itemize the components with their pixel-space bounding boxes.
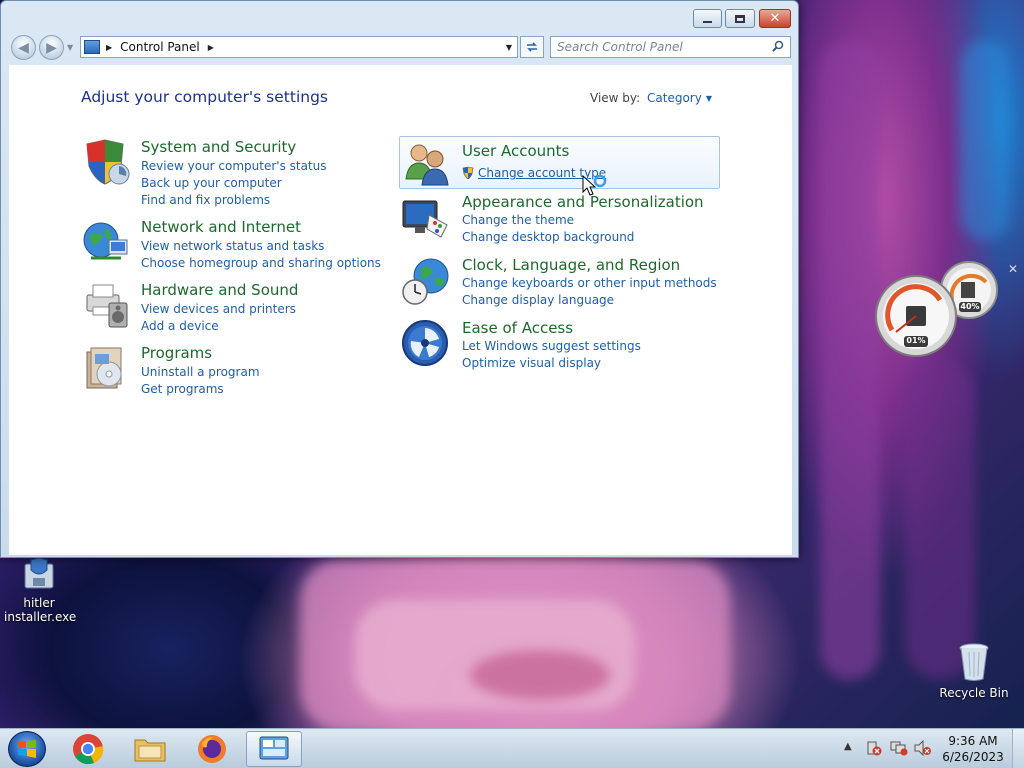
category-clock-language-region: Clock, Language, and Region Change keybo…: [401, 256, 731, 307]
category-ease-of-access: Ease of Access Let Windows suggest setti…: [401, 319, 721, 370]
link-optimize-display[interactable]: Optimize visual display: [462, 356, 601, 370]
start-button[interactable]: [8, 731, 46, 767]
link-review-status[interactable]: Review your computer's status: [141, 159, 327, 173]
taskbar-chrome-button[interactable]: [60, 731, 116, 767]
network-icon[interactable]: [890, 740, 908, 756]
desktop-icon-recycle-bin[interactable]: Recycle Bin: [936, 642, 1012, 700]
search-icon[interactable]: [772, 40, 784, 55]
link-change-display-language[interactable]: Change display language: [462, 293, 614, 307]
link-get-programs[interactable]: Get programs: [141, 382, 224, 396]
link-change-theme[interactable]: Change the theme: [462, 213, 574, 227]
back-arrow-icon: ◀: [18, 39, 29, 56]
folder-icon: [134, 739, 166, 762]
link-network-status[interactable]: View network status and tasks: [141, 239, 324, 253]
category-hardware-sound: Hardware and Sound View devices and prin…: [81, 281, 381, 333]
category-user-accounts[interactable]: User Accounts Change account type: [399, 136, 720, 189]
back-button[interactable]: ◀: [11, 35, 36, 60]
programs-box-icon[interactable]: [81, 344, 131, 394]
control-panel-window: ✕ ◀ ▶ ▼ ▶ Control Panel ▶ ▼ Search Contr…: [0, 0, 799, 558]
category-system-security: System and Security Review your computer…: [81, 138, 381, 208]
forward-arrow-icon: ▶: [46, 39, 57, 56]
gadget-close-icon[interactable]: ✕: [1008, 262, 1018, 276]
recycle-bin-icon: [957, 642, 991, 682]
desktop-icon-installer[interactable]: hitler installer.exe: [4, 556, 76, 624]
link-add-device[interactable]: Add a device: [141, 319, 219, 333]
installer-icon: [19, 556, 59, 592]
taskbar-explorer-button[interactable]: [122, 731, 178, 767]
link-uninstall-program[interactable]: Uninstall a program: [141, 365, 260, 379]
link-suggest-settings[interactable]: Let Windows suggest settings: [462, 339, 641, 353]
view-by-value: Category: [647, 91, 702, 105]
close-button[interactable]: ✕: [759, 9, 791, 28]
refresh-button[interactable]: [520, 36, 544, 58]
ease-of-access-icon[interactable]: [401, 319, 451, 369]
volume-muted-icon[interactable]: [914, 739, 932, 757]
address-dropdown-icon[interactable]: ▼: [506, 43, 512, 52]
dropdown-arrow-icon: ▼: [705, 93, 712, 103]
link-devices-printers[interactable]: View devices and printers: [141, 302, 296, 316]
minimize-icon: [703, 20, 712, 23]
taskbar-control-panel-button[interactable]: [246, 731, 302, 767]
globe-clock-icon[interactable]: [401, 256, 451, 306]
cpu-meter-gadget[interactable]: 01% 40% ✕: [874, 260, 1018, 360]
forward-button[interactable]: ▶: [39, 35, 64, 60]
cpu-usage-label: 01%: [906, 336, 926, 345]
users-icon[interactable]: [402, 139, 452, 189]
category-programs: Programs Uninstall a program Get program…: [81, 344, 381, 396]
uac-shield-icon: [461, 166, 475, 183]
shield-icon[interactable]: [81, 138, 131, 188]
maximize-button[interactable]: [725, 9, 755, 28]
action-center-icon[interactable]: [866, 740, 882, 756]
view-by-label: View by:: [590, 91, 641, 105]
content-area: Adjust your computer's settings View by:…: [9, 65, 792, 555]
globe-network-icon[interactable]: [81, 218, 131, 268]
category-title-system-security[interactable]: System and Security: [141, 138, 296, 156]
memory-usage-label: 40%: [960, 302, 980, 311]
show-hidden-icons-button[interactable]: ▲: [844, 741, 852, 752]
recent-pages-dropdown[interactable]: ▼: [67, 43, 73, 52]
minimize-button[interactable]: [693, 9, 722, 28]
printer-speaker-icon[interactable]: [81, 281, 131, 331]
category-title-ease-of-access[interactable]: Ease of Access: [462, 319, 573, 337]
taskbar-firefox-button[interactable]: [184, 731, 240, 767]
link-change-keyboards[interactable]: Change keyboards or other input methods: [462, 276, 717, 290]
link-homegroup-sharing[interactable]: Choose homegroup and sharing options: [141, 256, 381, 270]
search-input[interactable]: [551, 38, 772, 56]
breadcrumb-control-panel[interactable]: Control Panel: [120, 40, 200, 54]
page-heading: Adjust your computer's settings: [81, 88, 328, 106]
control-panel-icon: [84, 40, 100, 54]
monitor-palette-icon[interactable]: [401, 193, 451, 243]
category-title-clock-language[interactable]: Clock, Language, and Region: [462, 256, 680, 274]
windows-logo-icon: [18, 740, 36, 758]
clock-time: 9:36 AM: [948, 734, 998, 748]
breadcrumb-separator-icon: ▶: [106, 42, 113, 52]
category-title-network-internet[interactable]: Network and Internet: [141, 218, 301, 236]
close-icon: ✕: [769, 11, 781, 26]
link-back-up[interactable]: Back up your computer: [141, 176, 282, 190]
taskbar: ▲ 9:36 AM 6/26/2023: [0, 728, 1024, 768]
category-title-user-accounts[interactable]: User Accounts: [462, 142, 569, 160]
maximize-icon: [735, 14, 745, 23]
category-title-programs[interactable]: Programs: [141, 344, 212, 362]
firefox-icon: [198, 735, 226, 763]
search-box[interactable]: [550, 36, 791, 58]
system-clock[interactable]: 9:36 AM 6/26/2023: [938, 733, 1008, 765]
control-panel-icon: [259, 736, 289, 760]
title-bar[interactable]: ✕: [1, 1, 798, 33]
category-title-hardware-sound[interactable]: Hardware and Sound: [141, 281, 298, 299]
chrome-icon: [73, 734, 104, 765]
link-find-fix[interactable]: Find and fix problems: [141, 193, 270, 207]
link-change-background[interactable]: Change desktop background: [462, 230, 634, 244]
category-appearance-personalization: Appearance and Personalization Change th…: [401, 193, 721, 244]
clock-date: 6/26/2023: [942, 750, 1004, 764]
address-bar[interactable]: ▶ Control Panel ▶ ▼: [80, 36, 518, 58]
breadcrumb-chevron-icon[interactable]: ▶: [208, 43, 214, 52]
category-network-internet: Network and Internet View network status…: [81, 218, 401, 270]
navigation-bar: ◀ ▶ ▼ ▶ Control Panel ▶ ▼: [1, 33, 798, 63]
view-by-dropdown[interactable]: Category ▼: [647, 91, 712, 105]
show-desktop-button[interactable]: [1012, 729, 1024, 768]
mouse-cursor-icon: [582, 174, 612, 202]
refresh-icon: [527, 42, 537, 52]
